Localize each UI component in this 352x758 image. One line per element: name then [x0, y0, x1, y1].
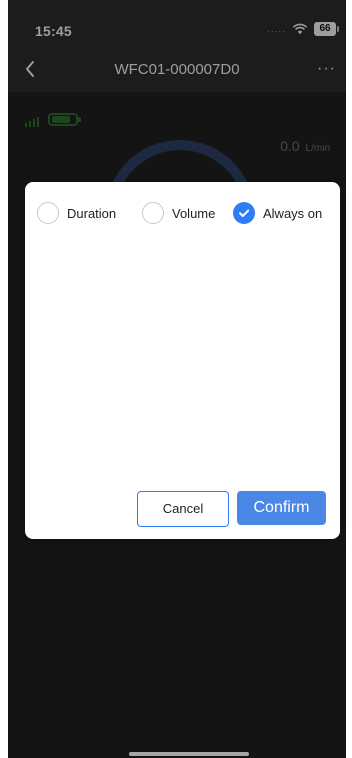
- option-label: Volume: [172, 205, 216, 221]
- option-label: Duration: [67, 205, 117, 221]
- cancel-button[interactable]: Cancel: [137, 491, 229, 527]
- option-label: Always on: [263, 205, 323, 221]
- phone-frame: 15:45 ..... 66 WFC01-000007D0 ··· 0.0 L/…: [0, 0, 352, 758]
- mode-dialog: Duration Volume Always on Cancel Confirm: [25, 182, 340, 539]
- option-always-on[interactable]: Always on: [233, 200, 322, 226]
- radio-checked-icon[interactable]: [233, 202, 255, 224]
- confirm-button[interactable]: Confirm: [237, 491, 326, 525]
- right-edge: [346, 0, 352, 758]
- radio-unchecked-icon[interactable]: [37, 202, 59, 224]
- mode-options: Duration Volume Always on: [37, 200, 332, 226]
- option-duration[interactable]: Duration: [37, 200, 116, 226]
- radio-unchecked-icon[interactable]: [142, 202, 164, 224]
- left-edge: [0, 0, 8, 758]
- option-volume[interactable]: Volume: [142, 200, 215, 226]
